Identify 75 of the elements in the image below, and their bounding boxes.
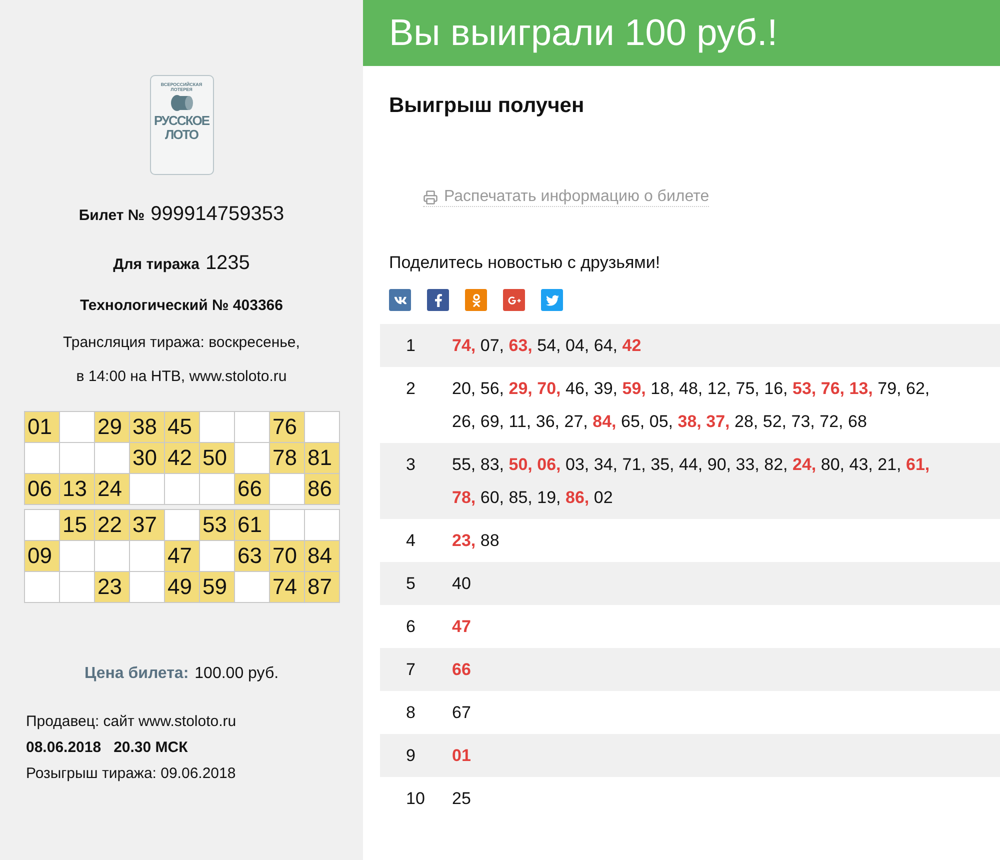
number-cell: 61 [234, 510, 268, 540]
tour-index: 6 [405, 616, 416, 638]
number-cell: 53 [200, 510, 234, 540]
drawn-numbers: 23, 88 [452, 530, 500, 552]
broadcast-text: в 14:00 на НТВ, www.stoloto.ru [76, 368, 287, 385]
seller-text: Продавец: сайт www.stoloto.ru [26, 712, 238, 732]
googleplus-share-button[interactable] [503, 289, 525, 311]
number-cell: 38 [130, 412, 164, 442]
drawn-numbers: 47 [452, 616, 471, 638]
number-cell: 47 [164, 541, 198, 571]
number-cell: 86 [304, 474, 338, 504]
tour-index: 9 [405, 745, 416, 767]
draw-date: Розыгрыш тиража: 09.06.2018 [26, 764, 237, 784]
number-cell: 49 [164, 572, 198, 602]
vk-share-button[interactable] [389, 289, 411, 311]
number-cell: 50 [200, 443, 234, 473]
number-cell: 37 [130, 510, 164, 540]
tour-index: 8 [405, 702, 416, 724]
number-cell: 09 [24, 541, 58, 571]
drawn-numbers: 67 [452, 702, 471, 724]
sale-datetime: 08.06.2018 20.30 МСК [26, 738, 189, 758]
status-heading: Выигрыш получен [389, 94, 586, 118]
number-cell: 45 [164, 412, 198, 442]
number-cell: 01 [24, 412, 58, 442]
tech-number: Технологический № 403366 [80, 297, 283, 314]
number-cell: 13 [60, 474, 94, 504]
broadcast-text: Трансляция тиража: воскресенье, [63, 334, 300, 351]
price-label: Цена билета: [84, 665, 189, 683]
print-link[interactable]: Распечатать информацию о билете [423, 188, 710, 207]
tour-index: 3 [405, 454, 416, 476]
number-cell: 24 [94, 474, 128, 504]
drawn-numbers: 55, 83, 50, 06, 03, 34, 71, 35, 44, 90, 33, 82, 24, 80, 43, 21, 61, 78, 60, 85, 19, 86, 02 [452, 454, 931, 509]
number-cell: 66 [234, 474, 268, 504]
tour-index: 7 [405, 659, 416, 681]
number-cell: 30 [130, 443, 164, 473]
number-cell: 23 [94, 572, 128, 602]
win-banner: Вы выиграли 100 руб.! [363, 0, 1000, 66]
odnoklassniki-share-button[interactable] [465, 289, 487, 311]
number-cell: 22 [94, 510, 128, 540]
number-cell: 84 [304, 541, 338, 571]
drawn-numbers: 40 [452, 573, 471, 595]
drawn-numbers: 66 [452, 659, 471, 681]
googleplus-logo-icon [508, 294, 520, 306]
number-cell: 81 [304, 443, 338, 473]
number-cell: 63 [234, 541, 268, 571]
number-cell: 78 [270, 443, 304, 473]
ticket-number: 999914759353 [150, 203, 284, 226]
number-cell: 70 [270, 541, 304, 571]
number-cell: 42 [164, 443, 198, 473]
ticket-number-label: Билет № [78, 207, 145, 224]
number-cell: 15 [60, 510, 94, 540]
twitter-share-button[interactable] [541, 289, 563, 311]
printer-icon [423, 190, 438, 204]
tour-index: 5 [405, 573, 416, 595]
number-cell: 29 [94, 412, 128, 442]
facebook-share-button[interactable] [427, 289, 449, 311]
number-cell: 06 [24, 474, 58, 504]
number-cell: 74 [270, 572, 304, 602]
draw-number: 1235 [205, 252, 250, 275]
drawn-numbers: 20, 56, 29, 70, 46, 39, 59, 18, 48, 12, 75, 16, 53, 76, 13, 79, 62, 26, 69, 11, 36, 27, 84, 65, 05, 38, 37, 28, 52, 73, 72, 68 [452, 378, 931, 433]
number-cell: 76 [270, 412, 304, 442]
share-text: Поделитесь новостью с друзьями! [389, 253, 662, 273]
tour-index: 4 [405, 530, 416, 552]
drawn-numbers: 74, 07, 63, 54, 04, 64, 42 [452, 335, 642, 357]
number-cell: 87 [304, 572, 338, 602]
tour-index: 1 [405, 335, 416, 357]
drawn-numbers: 25 [452, 788, 471, 810]
number-cell: 59 [200, 572, 234, 602]
price-value: 100.00 руб. [194, 665, 279, 683]
drawn-numbers: 01 [452, 745, 471, 767]
draw-label: Для тиража [113, 256, 200, 273]
tour-index: 2 [405, 378, 416, 400]
twitter-logo-icon [546, 294, 558, 306]
odnoklassniki-logo-icon [470, 294, 482, 306]
tour-index: 10 [405, 788, 426, 810]
